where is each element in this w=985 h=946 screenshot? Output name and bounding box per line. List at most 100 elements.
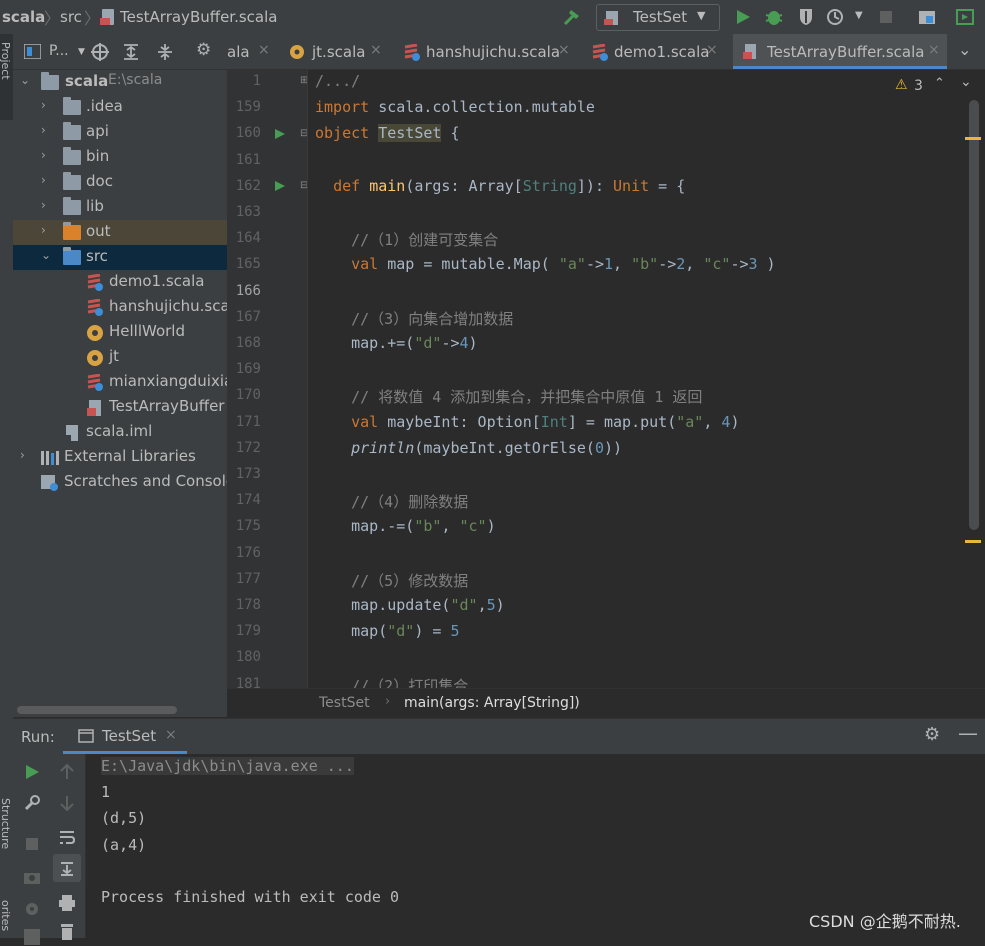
tree-item-scala[interactable]: ⌄ scala E:\scala [13,70,227,95]
warning-marker[interactable] [965,137,981,140]
gear-icon[interactable]: ⚙ [196,40,211,60]
tree-item-helllworld[interactable]: HelllWorld [13,320,227,345]
camera-icon[interactable] [23,868,41,886]
tree-item-jt[interactable]: jt [13,345,227,370]
horizontal-scrollbar[interactable] [17,706,177,714]
warning-icon[interactable]: ⚠ [895,77,908,93]
locate-file-icon[interactable] [91,43,109,61]
close-icon[interactable]: × [706,42,718,58]
code-line[interactable]: val map = mutable.Map( "a"->1, "b"->2, "… [315,255,775,273]
tab-hanshujichu-scala[interactable]: hanshujichu.scala × [397,34,575,69]
tab-testarraybuffer-scala[interactable]: TestArrayBuffer.scala × [733,34,947,69]
project-view-title[interactable]: P... [49,43,69,59]
run-gutter-icon[interactable] [274,180,286,192]
breadcrumb-method[interactable]: main(args: Array[String]) [404,695,580,711]
code-line[interactable]: map.+=("d"->4) [315,334,477,352]
code-line[interactable]: map.-=("b", "c") [315,517,496,535]
run-gutter-icon[interactable] [274,128,286,140]
close-icon[interactable]: × [258,42,270,58]
close-icon[interactable]: × [165,727,177,743]
chevron-right-icon[interactable]: › [41,223,46,237]
run-tab-testset[interactable]: TestSet × [63,719,187,754]
collapse-all-icon[interactable] [156,43,174,61]
chevron-right-icon[interactable]: › [20,448,25,462]
breadcrumb-project[interactable]: scala [2,8,45,26]
coverage-icon[interactable] [796,7,816,27]
print-icon[interactable] [58,894,76,912]
trash-icon[interactable] [58,922,76,940]
tree-item-scratches[interactable]: Scratches and Consoles [13,470,227,495]
run-icon[interactable] [733,7,753,27]
tab-scala-truncated[interactable]: ala × [227,34,277,69]
build-hammer-icon[interactable] [562,7,582,27]
up-arrow-icon[interactable] [58,763,76,781]
rerun-icon[interactable] [23,763,41,781]
tab-demo1-scala[interactable]: demo1.scala × [585,34,723,69]
code-line[interactable]: //（4）删除数据 [315,491,468,512]
scroll-to-end-button[interactable] [53,854,81,882]
code-line[interactable]: //（2）打印集合 [315,675,468,688]
chevron-down-icon[interactable]: ⌄ [41,248,51,262]
gear-icon[interactable]: ⚙ [924,724,940,745]
code-line[interactable]: //（5）修改数据 [315,570,468,591]
breadcrumb-file[interactable]: TestArrayBuffer.scala [120,8,277,26]
run-anything-icon[interactable] [955,7,975,27]
tree-item-idea[interactable]: › .idea [13,95,227,120]
console-output[interactable]: E:\Java\jdk\bin\java.exe ... 1 (d,5) (a,4) P… [86,754,985,938]
project-tool-button[interactable]: Project [0,34,13,120]
chevron-right-icon[interactable]: › [41,98,46,112]
chevron-right-icon[interactable]: › [41,173,46,187]
down-arrow-icon[interactable] [58,794,76,812]
code-line[interactable]: def main(args: Array[String]): Unit = { [315,177,685,195]
tab-jt-scala[interactable]: jt.scala × [283,34,391,69]
chevron-down-icon[interactable]: ▼ [78,47,85,57]
soft-wrap-icon[interactable] [58,828,76,846]
close-icon[interactable]: × [370,42,382,58]
code-line[interactable]: //（1）创建可变集合 [315,229,498,250]
settings-icon[interactable] [23,900,41,918]
tree-item-doc[interactable]: › doc [13,170,227,195]
layout-icon[interactable] [23,928,41,946]
code-line[interactable]: //（3）向集合增加数据 [315,308,513,329]
close-icon[interactable]: × [928,42,940,58]
warning-marker[interactable] [965,540,981,543]
wrench-icon[interactable] [23,794,41,812]
more-run-options-icon[interactable]: ▼ [855,10,863,21]
debug-icon[interactable] [764,7,784,27]
code-line[interactable]: /.../ [315,72,360,90]
tree-item-demo1[interactable]: demo1.scala [13,270,227,295]
run-configuration-selector[interactable]: TestSet ▼ [596,4,720,31]
close-icon[interactable]: × [558,42,570,58]
code-line[interactable]: map.update("d",5) [315,596,505,614]
tab-list-chevron-icon[interactable]: ⌄ [958,40,971,59]
chevron-right-icon[interactable]: › [41,148,46,162]
minimize-icon[interactable]: — [958,721,978,745]
expand-all-icon[interactable] [122,43,140,61]
chevron-right-icon[interactable]: › [41,123,46,137]
code-line[interactable]: // 将数值 4 添加到集合，并把集合中原值 1 返回 [315,386,702,407]
breadcrumb-object[interactable]: TestSet [319,695,370,711]
favorites-tool-label[interactable]: orites [0,900,12,931]
code-line[interactable]: object TestSet { [315,124,460,143]
code-line[interactable]: println(maybeInt.getOrElse(0)) [315,439,622,457]
previous-highlight-icon[interactable]: ⌃ [934,76,945,91]
tree-item-testarraybuffer[interactable]: TestArrayBuffer [13,395,227,420]
stop-icon[interactable] [876,7,896,27]
stop-icon[interactable] [23,835,41,853]
code-line[interactable]: map("d") = 5 [315,622,459,640]
code-line[interactable]: import scala.collection.mutable [315,98,595,116]
code-line[interactable]: val maybeInt: Option[Int] = map.put("a",… [315,413,739,431]
tree-item-scala-iml[interactable]: scala.iml [13,420,227,445]
next-highlight-icon[interactable]: ⌄ [960,74,972,90]
tree-item-external-libraries[interactable]: › External Libraries [13,445,227,470]
tree-item-api[interactable]: › api [13,120,227,145]
tree-item-lib[interactable]: › lib [13,195,227,220]
tree-item-mianxiangduixiang[interactable]: mianxiangduixiang [13,370,227,395]
tree-item-bin[interactable]: › bin [13,145,227,170]
editor-scrollbar[interactable] [969,100,979,530]
tree-item-src[interactable]: ⌄ src [13,245,227,270]
breadcrumb-src[interactable]: src [60,8,82,26]
profiler-icon[interactable] [826,7,846,27]
project-structure-icon[interactable] [917,7,937,27]
tree-item-hanshujichu[interactable]: hanshujichu.scala [13,295,227,320]
